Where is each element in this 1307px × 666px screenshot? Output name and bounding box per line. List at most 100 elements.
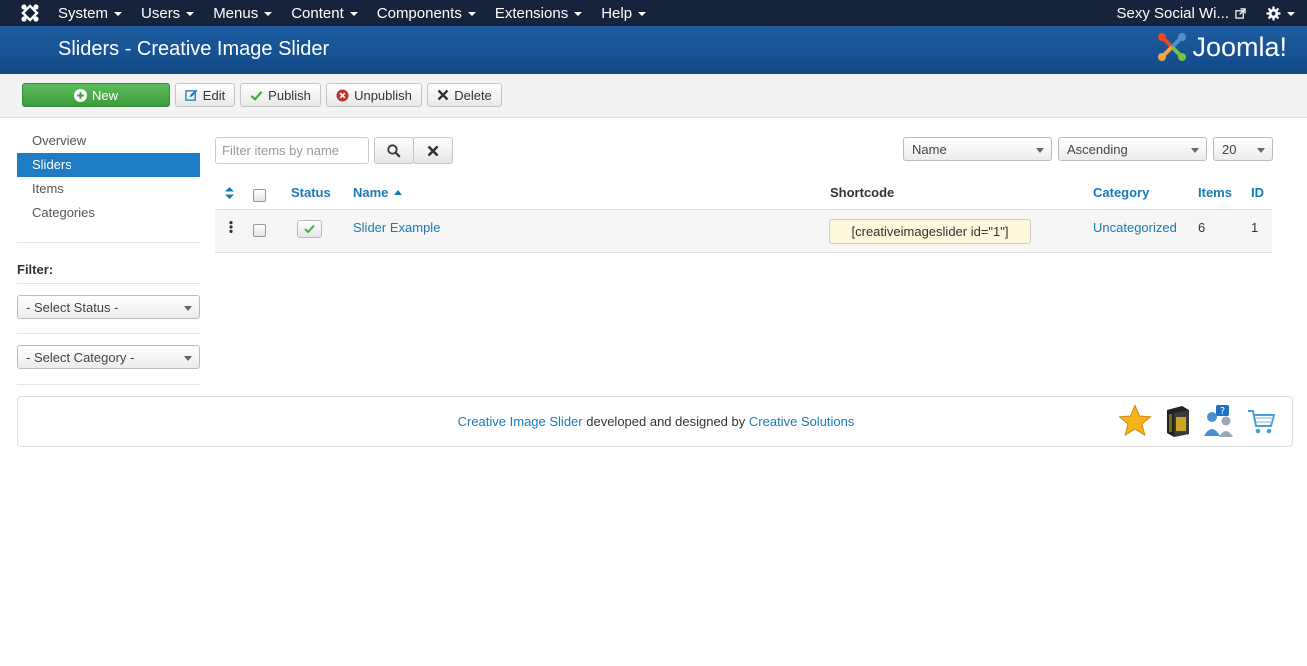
new-button[interactable]: New (22, 83, 170, 107)
divider (17, 333, 200, 334)
ordering-sort-icon[interactable] (225, 187, 234, 202)
table-header: Status Name Shortcode Category Items ID (215, 180, 1272, 210)
dropdown-arrow-icon (184, 306, 192, 311)
footer-icons: ? (1118, 404, 1278, 438)
divider (17, 384, 200, 385)
sort-direction-select[interactable]: Ascending (1058, 137, 1207, 161)
items-column-header[interactable]: Items (1198, 185, 1232, 200)
clear-x-icon (427, 145, 439, 156)
name-header-label: Name (353, 185, 389, 200)
category-column-header[interactable]: Category (1093, 185, 1149, 200)
joomla-brand: Joomla! (1156, 31, 1287, 63)
joomla-brand-text: Joomla! (1192, 31, 1287, 62)
divider (17, 242, 200, 243)
menu-help[interactable]: Help (601, 4, 647, 22)
menu-label: Components (376, 4, 462, 22)
main-menu: System Users Menus Content Components Ex… (58, 0, 665, 26)
topnav-right: Sexy Social Wi... (1116, 0, 1295, 26)
menu-content[interactable]: Content (291, 5, 358, 22)
category-filter-select[interactable]: - Select Category - (17, 345, 200, 369)
edit-button[interactable]: Edit (175, 83, 235, 107)
shortcode-column-header: Shortcode (830, 185, 895, 200)
status-column-header[interactable]: Status (291, 185, 331, 200)
caret-down-icon (349, 12, 358, 16)
table-row: Slider Example [creativeimageslider id="… (215, 210, 1272, 253)
new-label: New (91, 87, 118, 103)
sort-field-select[interactable]: Name (903, 137, 1052, 161)
toolbar: New Edit Publish Unpublish Delete (0, 74, 1307, 118)
plus-circle-icon (73, 88, 87, 102)
menu-label: Help (601, 4, 633, 22)
joomla-logo-icon[interactable] (20, 3, 40, 23)
svg-text:?: ? (1220, 406, 1225, 417)
status-filter-select[interactable]: - Select Status - (17, 295, 200, 319)
footer: Creative Image Slider developed and desi… (17, 396, 1293, 447)
sidebar: Overview Sliders Items Categories Filter… (17, 129, 200, 385)
product-link[interactable]: Creative Image Slider (458, 414, 583, 429)
delete-button[interactable]: Delete (427, 83, 502, 107)
sidebar-item-sliders[interactable]: Sliders (17, 153, 200, 177)
search-input[interactable] (215, 137, 369, 164)
list-limit-select[interactable]: 20 (1213, 137, 1273, 161)
dropdown-arrow-icon (1191, 148, 1199, 153)
support-question-icon[interactable]: ? (1202, 404, 1236, 438)
drag-handle-icon[interactable] (229, 221, 233, 236)
shopping-cart-icon[interactable] (1244, 404, 1278, 438)
footer-middle-text: developed and designed by (586, 414, 746, 429)
page-title: Sliders - Creative Image Slider (58, 38, 330, 60)
user-settings-menu[interactable] (1266, 5, 1295, 21)
delete-x-icon (437, 89, 449, 101)
status-select-value: - Select Status - (26, 299, 119, 315)
row-checkbox[interactable] (253, 224, 266, 237)
select-all-checkbox[interactable] (253, 189, 266, 202)
caret-down-icon (574, 12, 583, 16)
top-navbar: System Users Menus Content Components Ex… (0, 0, 1307, 26)
shortcode-field[interactable]: [creativeimageslider id="1"] (829, 219, 1031, 244)
caret-down-icon (638, 12, 647, 16)
filter-label: Filter: (17, 262, 54, 277)
site-link[interactable]: Sexy Social Wi... (1116, 5, 1229, 22)
items-count: 6 (1198, 220, 1206, 235)
sidebar-item-categories[interactable]: Categories (17, 201, 200, 225)
sort-field-value: Name (912, 141, 947, 157)
sidebar-item-items[interactable]: Items (17, 177, 200, 201)
gear-icon (1266, 5, 1281, 21)
menu-extensions[interactable]: Extensions (495, 5, 583, 22)
check-icon (304, 224, 315, 234)
list-limit-value: 20 (1222, 141, 1237, 157)
menu-system[interactable]: System (58, 5, 123, 22)
joomla-brand-icon (1158, 33, 1187, 61)
menu-menus[interactable]: Menus (213, 5, 273, 22)
caret-down-icon (114, 12, 123, 16)
sort-direction-value: Ascending (1067, 141, 1128, 157)
caret-down-icon (264, 12, 273, 16)
clear-search-button[interactable] (413, 137, 453, 164)
menu-users[interactable]: Users (141, 4, 195, 22)
name-column-header[interactable]: Name (353, 185, 403, 200)
sidebar-item-overview[interactable]: Overview (17, 129, 200, 153)
category-link[interactable]: Uncategorized (1093, 220, 1177, 235)
times-circle-icon (336, 88, 349, 102)
company-link[interactable]: Creative Solutions (749, 414, 855, 429)
unpublish-button[interactable]: Unpublish (326, 83, 422, 107)
menu-components[interactable]: Components (377, 5, 476, 22)
sort-asc-icon (394, 190, 403, 195)
dropdown-arrow-icon (1036, 148, 1044, 153)
search-button[interactable] (374, 137, 414, 164)
rate-star-icon[interactable] (1118, 404, 1152, 438)
footer-credits: Creative Image Slider developed and desi… (18, 414, 1294, 429)
published-status-toggle[interactable] (297, 220, 322, 238)
category-select-value: - Select Category - (26, 349, 135, 365)
external-link-icon (1235, 7, 1246, 19)
caret-down-icon (186, 12, 195, 16)
publish-label: Publish (268, 87, 311, 103)
search-icon (387, 143, 401, 158)
page-header: Sliders - Creative Image Slider Joomla! (0, 26, 1307, 74)
menu-label: Users (141, 4, 181, 22)
menu-label: Content (291, 4, 344, 22)
dropdown-arrow-icon (1257, 148, 1265, 153)
product-box-icon[interactable] (1160, 404, 1194, 438)
id-column-header[interactable]: ID (1251, 185, 1264, 200)
publish-button[interactable]: Publish (240, 83, 321, 107)
slider-name-link[interactable]: Slider Example (353, 220, 440, 235)
